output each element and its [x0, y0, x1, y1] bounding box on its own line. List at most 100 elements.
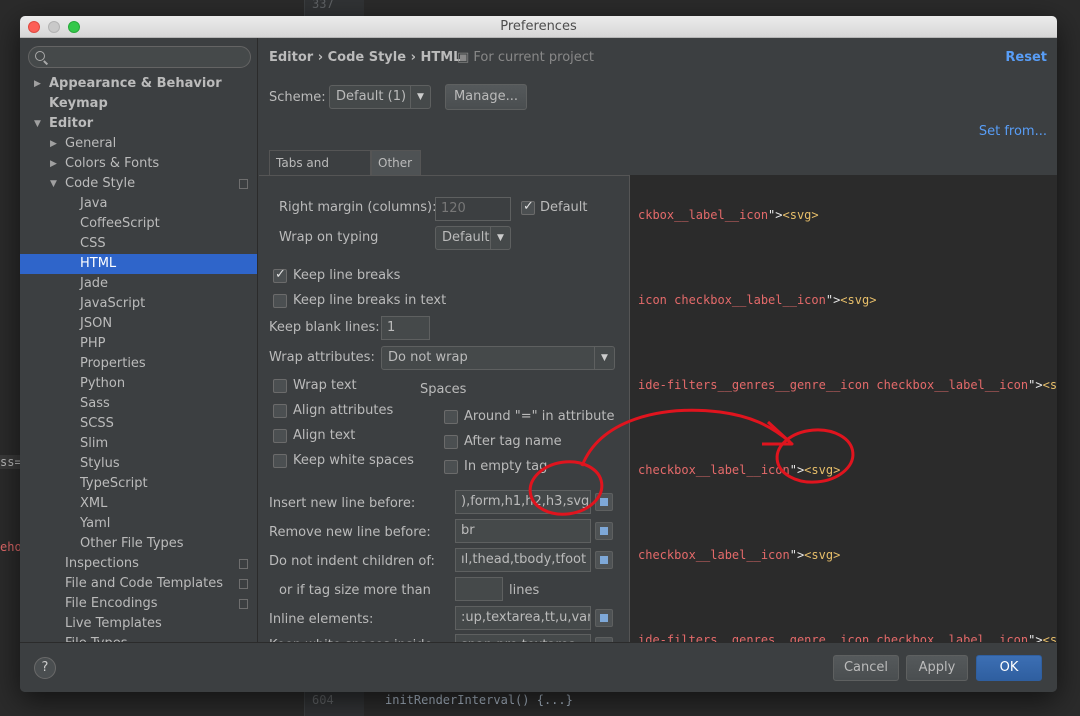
wrap-text-checkbox[interactable] [273, 379, 287, 393]
breadcrumb: Editor › Code Style › HTML [269, 50, 462, 65]
sidebar-item-label: Colors & Fonts [65, 156, 160, 171]
sidebar-item[interactable]: SCSS [20, 414, 257, 434]
cancel-button[interactable]: Cancel [833, 655, 899, 681]
sidebar-item[interactable]: PHP [20, 334, 257, 354]
sidebar-item[interactable]: Slim [20, 434, 257, 454]
close-window-button[interactable] [28, 21, 40, 33]
do-not-indent-field[interactable]: ıl,thead,tbody,tfoot [455, 548, 591, 572]
sidebar-item[interactable]: ▶ Appearance & Behavior [20, 74, 257, 94]
sidebar-item[interactable]: Yaml [20, 514, 257, 534]
project-icon [239, 559, 248, 569]
sidebar-item-label: Sass [80, 396, 110, 411]
insert-new-line-field[interactable]: ),form,h1,h2,h3,svg [455, 490, 591, 514]
sidebar-item[interactable]: Inspections [20, 554, 257, 574]
chevron-right-icon[interactable]: ▶ [50, 134, 60, 154]
ok-button[interactable]: OK [976, 655, 1042, 681]
sidebar-item[interactable]: TypeScript [20, 474, 257, 494]
chevron-right-icon[interactable]: ▶ [50, 154, 60, 174]
sidebar-item[interactable]: Jade [20, 274, 257, 294]
maximize-window-button[interactable] [68, 21, 80, 33]
browse-icon[interactable] [595, 609, 613, 627]
align-attributes-checkbox[interactable] [273, 404, 287, 418]
tab-tabs-and-indents[interactable]: Tabs and Indents [269, 150, 371, 194]
keep-line-breaks-checkbox[interactable] [273, 267, 287, 283]
code-preview: ckbox__label__icon"><svg> icon checkbox__… [629, 175, 1057, 642]
sidebar-item[interactable]: Keymap [20, 94, 257, 114]
sidebar-item-label: Editor [49, 116, 94, 131]
sidebar-item[interactable]: ▼ Editor [20, 114, 257, 134]
sidebar-item-label: Keymap [49, 96, 108, 111]
project-icon [239, 599, 248, 609]
align-attributes-label: Align attributes [293, 403, 394, 418]
project-scope-note: ▣ For current project [457, 50, 595, 65]
default-checkbox[interactable] [521, 199, 535, 215]
right-margin-label: Right margin (columns): [279, 200, 437, 215]
sidebar-item-label: CoffeeScript [80, 216, 160, 231]
inline-elements-field[interactable]: :up,textarea,tt,u,var [455, 606, 591, 630]
help-button[interactable]: ? [34, 657, 56, 679]
manage-button[interactable]: Manage... [445, 84, 527, 110]
search-input[interactable] [28, 46, 251, 68]
chevron-down-icon[interactable]: ▼ [34, 114, 44, 134]
sidebar-item-label: TypeScript [80, 476, 148, 491]
sidebar-item[interactable]: JavaScript [20, 294, 257, 314]
sidebar-item-label: Inspections [65, 556, 139, 571]
sidebar-item[interactable]: Properties [20, 354, 257, 374]
window-title: Preferences [500, 19, 577, 34]
after-tag-name-checkbox[interactable] [444, 435, 458, 449]
around-equals-checkbox[interactable] [444, 410, 458, 424]
sidebar-item[interactable]: ▶ General [20, 134, 257, 154]
default-label: Default [540, 200, 588, 215]
reset-link[interactable]: Reset [1005, 50, 1047, 65]
wrap-attributes-dropdown[interactable]: Do not wrap ▼ [381, 346, 615, 370]
align-text-checkbox[interactable] [273, 429, 287, 443]
dialog-footer: ? Cancel Apply OK [20, 642, 1057, 692]
browse-icon[interactable] [595, 522, 613, 540]
sidebar-item[interactable]: File Encodings [20, 594, 257, 614]
sidebar-item-label: File Encodings [65, 596, 158, 611]
keep-blank-lines-label: Keep blank lines: [269, 320, 380, 335]
sidebar-item-label: Live Templates [65, 616, 162, 631]
after-tag-name-label: After tag name [464, 434, 562, 449]
sidebar-item[interactable]: Other File Types [20, 534, 257, 554]
sidebar-item-label: CSS [80, 236, 106, 251]
remove-new-line-field[interactable]: br [455, 519, 591, 543]
sidebar-item[interactable]: Python [20, 374, 257, 394]
browse-icon[interactable] [595, 551, 613, 569]
sidebar-item[interactable]: JSON [20, 314, 257, 334]
set-from-link[interactable]: Set from... [979, 124, 1047, 139]
sidebar-item[interactable]: Sass [20, 394, 257, 414]
sidebar-item[interactable]: File and Code Templates [20, 574, 257, 594]
sidebar-item[interactable]: Stylus [20, 454, 257, 474]
sidebar-item[interactable]: File Types [20, 634, 257, 642]
keep-line-breaks-text-checkbox[interactable] [273, 294, 287, 308]
scheme-label: Scheme: [269, 90, 326, 105]
browse-icon[interactable] [595, 493, 613, 511]
keep-white-spaces-checkbox[interactable] [273, 454, 287, 468]
keep-blank-lines-field[interactable]: 1 [381, 316, 430, 340]
in-empty-tag-checkbox[interactable] [444, 460, 458, 474]
sidebar-item[interactable]: CoffeeScript [20, 214, 257, 234]
chevron-right-icon[interactable]: ▶ [34, 74, 44, 94]
tag-size-field[interactable] [455, 577, 503, 601]
sidebar-item[interactable]: XML [20, 494, 257, 514]
sidebar-item-label: PHP [80, 336, 106, 351]
minimize-window-button[interactable] [48, 21, 60, 33]
sidebar-item[interactable]: Java [20, 194, 257, 214]
insert-new-line-label: Insert new line before: [269, 496, 416, 511]
scheme-dropdown[interactable]: Default (1) ▼ [329, 85, 431, 109]
sidebar-item-label: Slim [80, 436, 109, 451]
sidebar-item[interactable]: CSS [20, 234, 257, 254]
line-number: 604 [312, 693, 334, 707]
tab-other[interactable]: Other [371, 150, 421, 175]
sidebar-item[interactable]: ▶ Colors & Fonts [20, 154, 257, 174]
code-fragment: eho [0, 540, 22, 554]
chevron-down-icon[interactable]: ▼ [50, 174, 60, 194]
right-margin-field[interactable]: 120 [435, 197, 511, 221]
wrap-on-typing-dropdown[interactable]: Default ▼ [435, 226, 511, 250]
sidebar-item[interactable]: HTML [20, 254, 257, 274]
settings-tree: ▶ Appearance & Behavior Keymap ▼ Editor ▶ Gene… [20, 74, 257, 642]
apply-button[interactable]: Apply [906, 655, 968, 681]
sidebar-item[interactable]: Live Templates [20, 614, 257, 634]
sidebar-item[interactable]: ▼ Code Style [20, 174, 257, 194]
